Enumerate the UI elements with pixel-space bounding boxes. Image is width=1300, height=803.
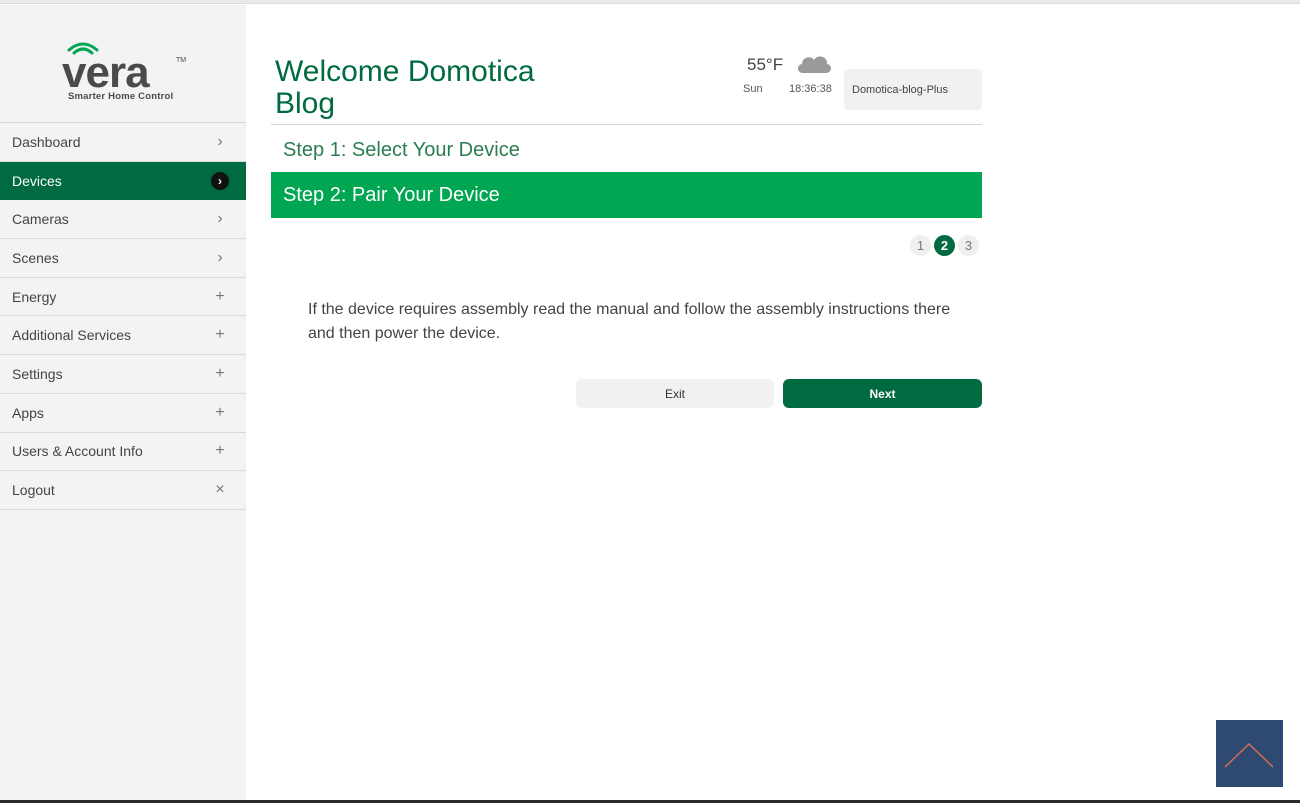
sidebar-item-label: Dashboard bbox=[12, 133, 81, 150]
scroll-to-top-button[interactable] bbox=[1216, 720, 1283, 787]
plus-icon: + bbox=[215, 287, 225, 305]
sidebar-item-label: Energy bbox=[12, 288, 57, 305]
chevron-up-icon bbox=[1224, 742, 1274, 768]
sidebar: vera TM Smarter Home Control Dashboard ›… bbox=[0, 5, 246, 800]
page-title: Welcome Domotica Blog bbox=[275, 55, 535, 120]
header-divider bbox=[271, 124, 982, 125]
sidebar-item-label: Devices bbox=[12, 172, 62, 189]
chevron-right-icon: › bbox=[211, 171, 229, 190]
sidebar-item-label: Logout bbox=[12, 482, 55, 499]
sidebar-item-settings[interactable]: Settings + bbox=[0, 355, 246, 394]
sidebar-item-label: Settings bbox=[12, 365, 63, 382]
cloud-icon bbox=[797, 56, 832, 73]
wizard-step-1[interactable]: Step 1: Select Your Device bbox=[271, 131, 982, 169]
close-icon: × bbox=[215, 481, 225, 499]
sidebar-item-label: Cameras bbox=[12, 211, 69, 228]
wizard-pager: 1 2 3 bbox=[910, 235, 979, 256]
sidebar-item-devices[interactable]: Devices › bbox=[0, 161, 246, 201]
sidebar-item-additional-services[interactable]: Additional Services + bbox=[0, 316, 246, 356]
chevron-right-icon: › bbox=[217, 248, 223, 266]
logo-tagline: Smarter Home Control bbox=[68, 91, 174, 102]
plus-icon: + bbox=[215, 403, 225, 421]
next-button[interactable]: Next bbox=[783, 379, 982, 408]
weather-time: 18:36:38 bbox=[789, 83, 832, 95]
pager-page-1: 1 bbox=[910, 235, 931, 256]
logo-wordmark: vera bbox=[62, 48, 150, 97]
sidebar-item-users-account-info[interactable]: Users & Account Info + bbox=[0, 433, 246, 472]
top-border bbox=[0, 0, 1300, 4]
vera-logo[interactable]: vera TM Smarter Home Control bbox=[0, 5, 246, 123]
plus-icon: + bbox=[215, 326, 225, 344]
plus-icon: + bbox=[215, 442, 225, 460]
pager-page-2-current: 2 bbox=[934, 235, 955, 256]
account-selector[interactable]: Domotica-blog-Plus bbox=[844, 69, 982, 110]
chevron-right-icon: › bbox=[217, 132, 223, 150]
sidebar-item-dashboard[interactable]: Dashboard › bbox=[0, 123, 246, 162]
wizard-instructions: If the device requires assembly read the… bbox=[308, 301, 951, 342]
sidebar-item-label: Users & Account Info bbox=[12, 443, 143, 460]
sidebar-item-label: Scenes bbox=[12, 249, 59, 266]
weather-temperature: 55°F bbox=[747, 55, 784, 74]
sidebar-item-apps[interactable]: Apps + bbox=[0, 394, 246, 433]
sidebar-item-scenes[interactable]: Scenes › bbox=[0, 239, 246, 278]
exit-button[interactable]: Exit bbox=[576, 379, 774, 408]
logo-trademark: TM bbox=[176, 57, 187, 64]
sidebar-item-cameras[interactable]: Cameras › bbox=[0, 200, 246, 240]
plus-icon: + bbox=[215, 364, 225, 382]
pager-page-3: 3 bbox=[958, 235, 979, 256]
sidebar-item-energy[interactable]: Energy + bbox=[0, 278, 246, 317]
sidebar-item-label: Additional Services bbox=[12, 327, 132, 344]
sidebar-item-logout[interactable]: Logout × bbox=[0, 471, 246, 510]
weather-day: Sun bbox=[743, 83, 763, 95]
chevron-right-icon: › bbox=[217, 210, 223, 228]
wizard-step-2-active: Step 2: Pair Your Device bbox=[271, 172, 982, 218]
sidebar-item-label: Apps bbox=[12, 404, 44, 421]
